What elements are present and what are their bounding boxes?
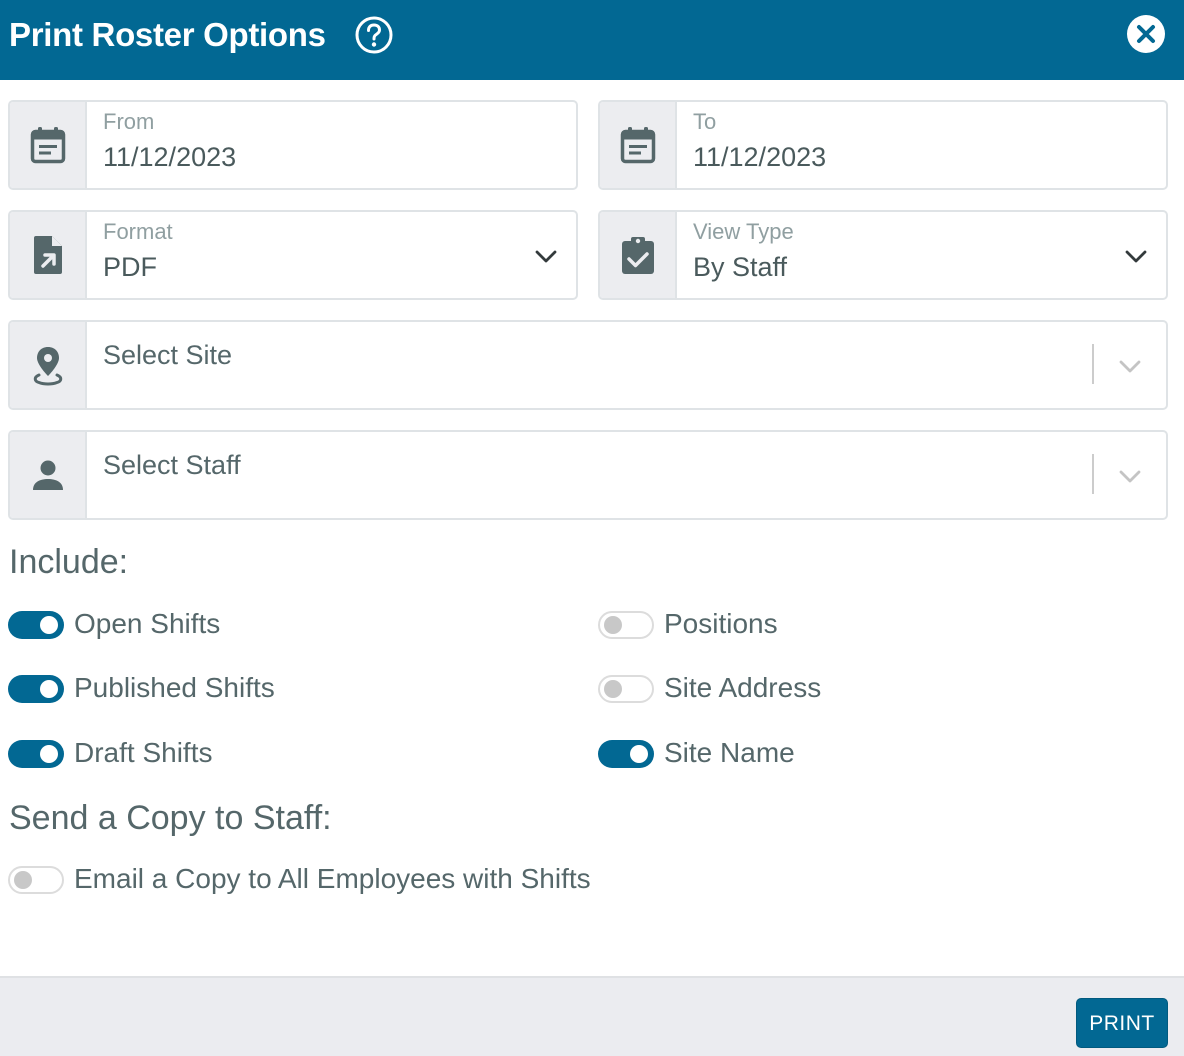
site-addon: [10, 322, 87, 408]
view-type-select[interactable]: View Type By Staff: [598, 210, 1168, 300]
include-title: Include:: [9, 543, 129, 581]
draft-shifts-toggle[interactable]: [8, 740, 64, 768]
chevron-down-icon[interactable]: [1124, 244, 1148, 268]
to-addon: [600, 102, 677, 188]
calendar-icon: [620, 127, 655, 164]
format-value[interactable]: PDF: [103, 251, 157, 283]
to-label: To: [693, 109, 717, 134]
site-name-label: Site Name: [664, 737, 795, 768]
staff-addon: [10, 432, 87, 518]
chevron-down-icon[interactable]: [534, 244, 558, 268]
format-select[interactable]: Format PDF: [8, 210, 578, 300]
toggle-knob: [630, 745, 648, 763]
site-select[interactable]: Select Site: [8, 320, 1168, 410]
site-name-toggle[interactable]: [598, 740, 654, 768]
dialog-header: Print Roster Options: [0, 0, 1184, 80]
chevron-down-icon[interactable]: [1118, 464, 1142, 488]
question-circle-icon[interactable]: [354, 15, 394, 55]
toggle-knob: [14, 871, 32, 889]
from-date-field[interactable]: From 11/12/2023: [8, 100, 578, 190]
staff-separator: [1092, 454, 1094, 494]
positions-label: Positions: [664, 608, 778, 639]
site-address-toggle[interactable]: [598, 675, 654, 703]
site-placeholder[interactable]: Select Site: [103, 339, 232, 371]
from-addon: [10, 102, 87, 188]
print-button[interactable]: PRINT: [1076, 998, 1168, 1048]
toggle-knob: [40, 616, 58, 634]
dialog-footer: [0, 976, 1184, 1056]
map-marker-icon: [33, 347, 62, 386]
toggle-knob: [604, 616, 622, 634]
close-icon[interactable]: [1126, 14, 1166, 54]
toggle-knob: [40, 745, 58, 763]
format-label: Format: [103, 219, 173, 244]
from-value[interactable]: 11/12/2023: [103, 141, 236, 173]
calendar-icon: [30, 127, 65, 164]
toggle-knob: [40, 680, 58, 698]
site-address-label: Site Address: [664, 672, 822, 703]
positions-toggle[interactable]: [598, 611, 654, 639]
site-separator: [1092, 344, 1094, 384]
format-addon: [10, 212, 87, 298]
file-export-icon: [33, 236, 62, 274]
email-copy-toggle[interactable]: [8, 866, 64, 894]
from-label: From: [103, 109, 155, 134]
person-icon: [32, 460, 63, 490]
published-shifts-toggle[interactable]: [8, 675, 64, 703]
open-shifts-toggle[interactable]: [8, 611, 64, 639]
toggle-knob: [604, 680, 622, 698]
send-copy-title: Send a Copy to Staff:: [9, 799, 332, 837]
to-date-field[interactable]: To 11/12/2023: [598, 100, 1168, 190]
staff-placeholder[interactable]: Select Staff: [103, 449, 241, 481]
clipboard-check-icon: [621, 237, 654, 274]
open-shifts-label: Open Shifts: [74, 608, 221, 639]
view-type-addon: [600, 212, 677, 298]
published-shifts-label: Published Shifts: [74, 672, 275, 703]
view-type-value[interactable]: By Staff: [693, 251, 787, 283]
staff-select[interactable]: Select Staff: [8, 430, 1168, 520]
email-copy-label: Email a Copy to All Employees with Shift…: [74, 863, 591, 894]
to-value[interactable]: 11/12/2023: [693, 141, 826, 173]
view-type-label: View Type: [693, 219, 794, 244]
draft-shifts-label: Draft Shifts: [74, 737, 213, 768]
dialog-title: Print Roster Options: [9, 16, 326, 53]
chevron-down-icon[interactable]: [1118, 354, 1142, 378]
